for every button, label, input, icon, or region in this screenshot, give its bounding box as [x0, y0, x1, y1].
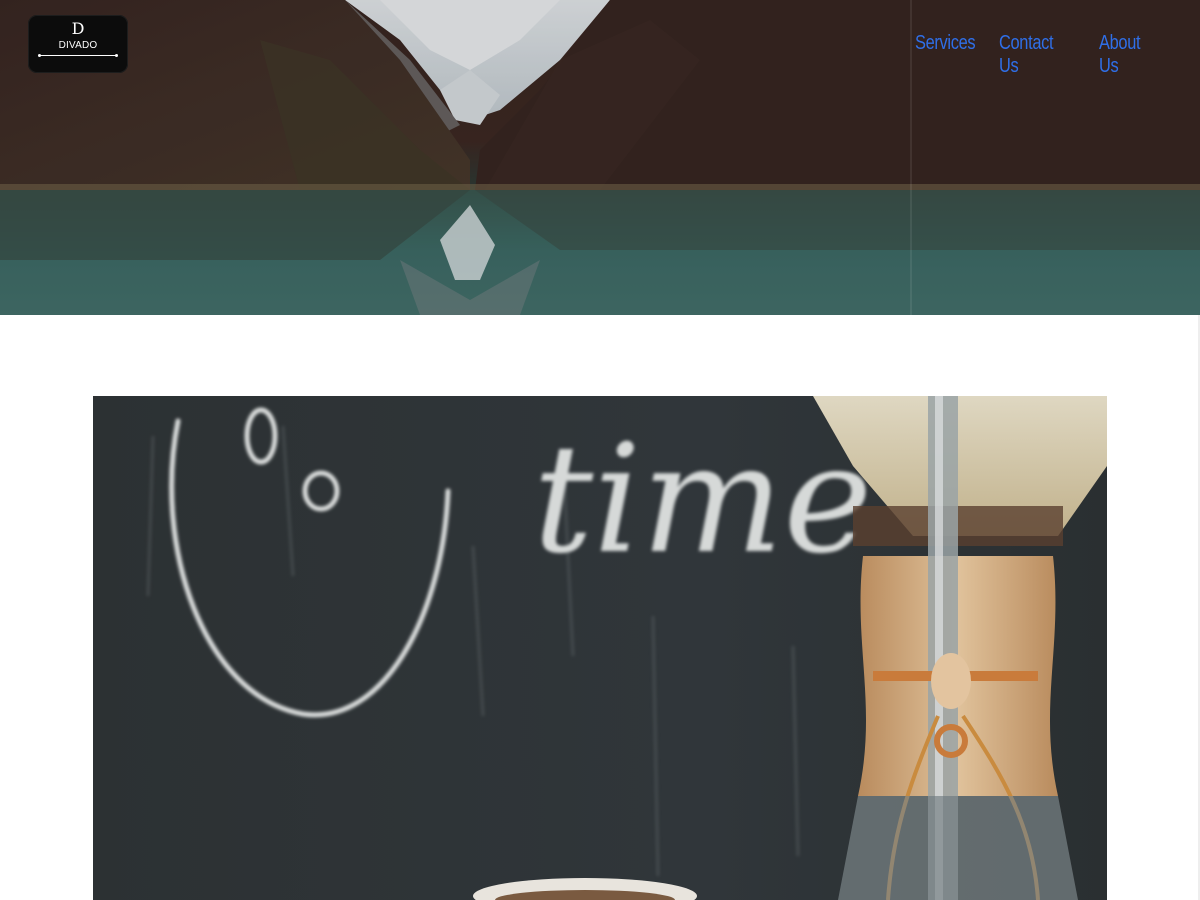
nav-link-about-us[interactable]: About Us — [1099, 32, 1147, 78]
nav-link-contact-us[interactable]: Contact Us — [999, 32, 1055, 78]
chalk-word: time — [533, 413, 872, 587]
nav-link-services[interactable]: Services — [915, 32, 976, 78]
logo-underline — [38, 54, 118, 57]
page: D DIVADO Services Contact Us About Us ti… — [0, 0, 1200, 900]
logo-monogram: D — [71, 19, 85, 38]
coffee-photo-art: time — [93, 396, 1107, 900]
main-nav: Services Contact Us About Us — [915, 32, 1157, 78]
logo-name: DIVADO — [58, 40, 98, 51]
site-logo[interactable]: D DIVADO — [28, 15, 128, 73]
image-seam — [910, 0, 912, 315]
hero-banner: D DIVADO Services Contact Us About Us — [0, 0, 1200, 315]
chalkboard-coffee-image: time — [93, 396, 1107, 900]
